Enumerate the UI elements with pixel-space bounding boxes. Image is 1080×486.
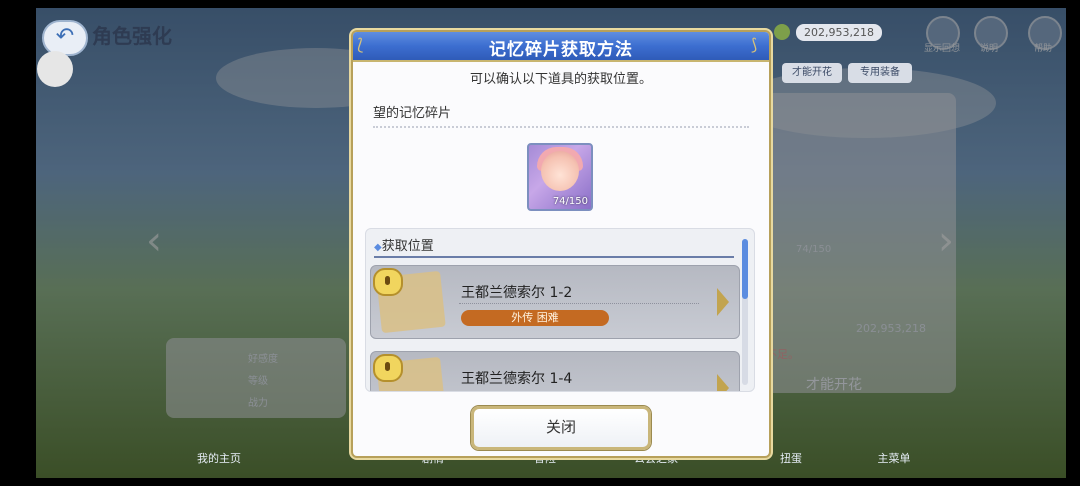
mana-counter: 202,953,218 (796, 24, 882, 41)
memory-display-icon[interactable] (926, 16, 960, 50)
page-title: 角色强化 (92, 24, 172, 48)
lock-icon (373, 268, 403, 296)
chevron-right-icon (717, 374, 729, 391)
dialog-header: ⟅ 记忆碎片获取方法 ⟆ (353, 32, 769, 62)
source-list-panel[interactable]: ◆获取位置 王都兰德索尔 1-2 外传 困难 王都兰德索尔 1-4 (365, 228, 755, 392)
stage-name: 王都兰德索尔 1-2 (461, 285, 573, 301)
help-label: 帮助 (1033, 44, 1052, 54)
acquisition-dialog: ⟅ 记忆碎片获取方法 ⟆ 可以确认以下道具的获取位置。 望的记忆碎片 74/15… (351, 30, 771, 458)
tab-exclusive-equipment[interactable]: 专用装备 (848, 63, 912, 83)
info-icon[interactable] (974, 16, 1008, 50)
stage-difficulty-tag: 外传 困难 (461, 310, 609, 326)
stat-level-label: 等级 (248, 376, 268, 387)
section-header: ◆获取位置 (374, 239, 434, 254)
scrollbar-thumb[interactable] (742, 239, 748, 299)
stage-card[interactable]: 王都兰德索尔 1-4 (370, 351, 740, 391)
memory-display-label: 显示回想 (923, 44, 960, 54)
divider (373, 126, 749, 128)
prev-arrow-icon[interactable]: ‹ (146, 218, 162, 264)
stage-card[interactable]: 王都兰德索尔 1-2 外传 困难 (370, 265, 740, 339)
lock-icon (373, 354, 403, 382)
secondary-value: 202,953,218 (856, 322, 926, 335)
info-label: 说明 (979, 44, 998, 54)
dialog-title: 记忆碎片获取方法 (489, 40, 633, 60)
stat-power-label: 战力 (248, 398, 268, 409)
floating-assist-button[interactable] (37, 51, 73, 87)
dialog-subtitle: 可以确认以下道具的获取位置。 (469, 72, 652, 87)
stage-name: 王都兰德索尔 1-4 (461, 371, 573, 387)
memory-fragment-icon: 74/150 (527, 143, 593, 211)
tab-talent-bloom[interactable]: 才能开花 (782, 63, 842, 83)
back-button[interactable]: ↶ (42, 20, 88, 56)
item-name: 望的记忆碎片 (373, 106, 452, 121)
bottom-tab-menu[interactable]: 主菜单 (864, 444, 924, 474)
stat-affection-label: 好感度 (248, 354, 278, 365)
corner-ornament-icon: ⟆ (751, 35, 758, 54)
screen: ↶ 角色强化 202,953,218 显示回想 说明 帮助 才能开花 专用装备 … (0, 0, 1080, 486)
close-button[interactable]: 关闭 (471, 406, 651, 450)
bloom-button[interactable]: 才能开花 (806, 374, 862, 394)
item-count: 74/150 (552, 196, 588, 207)
bottom-tab-gacha[interactable]: 扭蛋 (766, 444, 816, 474)
help-icon[interactable] (1028, 16, 1062, 50)
chevron-right-icon (717, 288, 729, 316)
progress-text: 74/150 (796, 244, 832, 255)
section-underline (374, 256, 734, 258)
bottom-tab-home[interactable]: 我的主页 (184, 444, 254, 474)
next-arrow-icon[interactable]: › (938, 218, 954, 264)
mana-icon (774, 24, 790, 40)
section-header-label: 获取位置 (381, 239, 434, 254)
